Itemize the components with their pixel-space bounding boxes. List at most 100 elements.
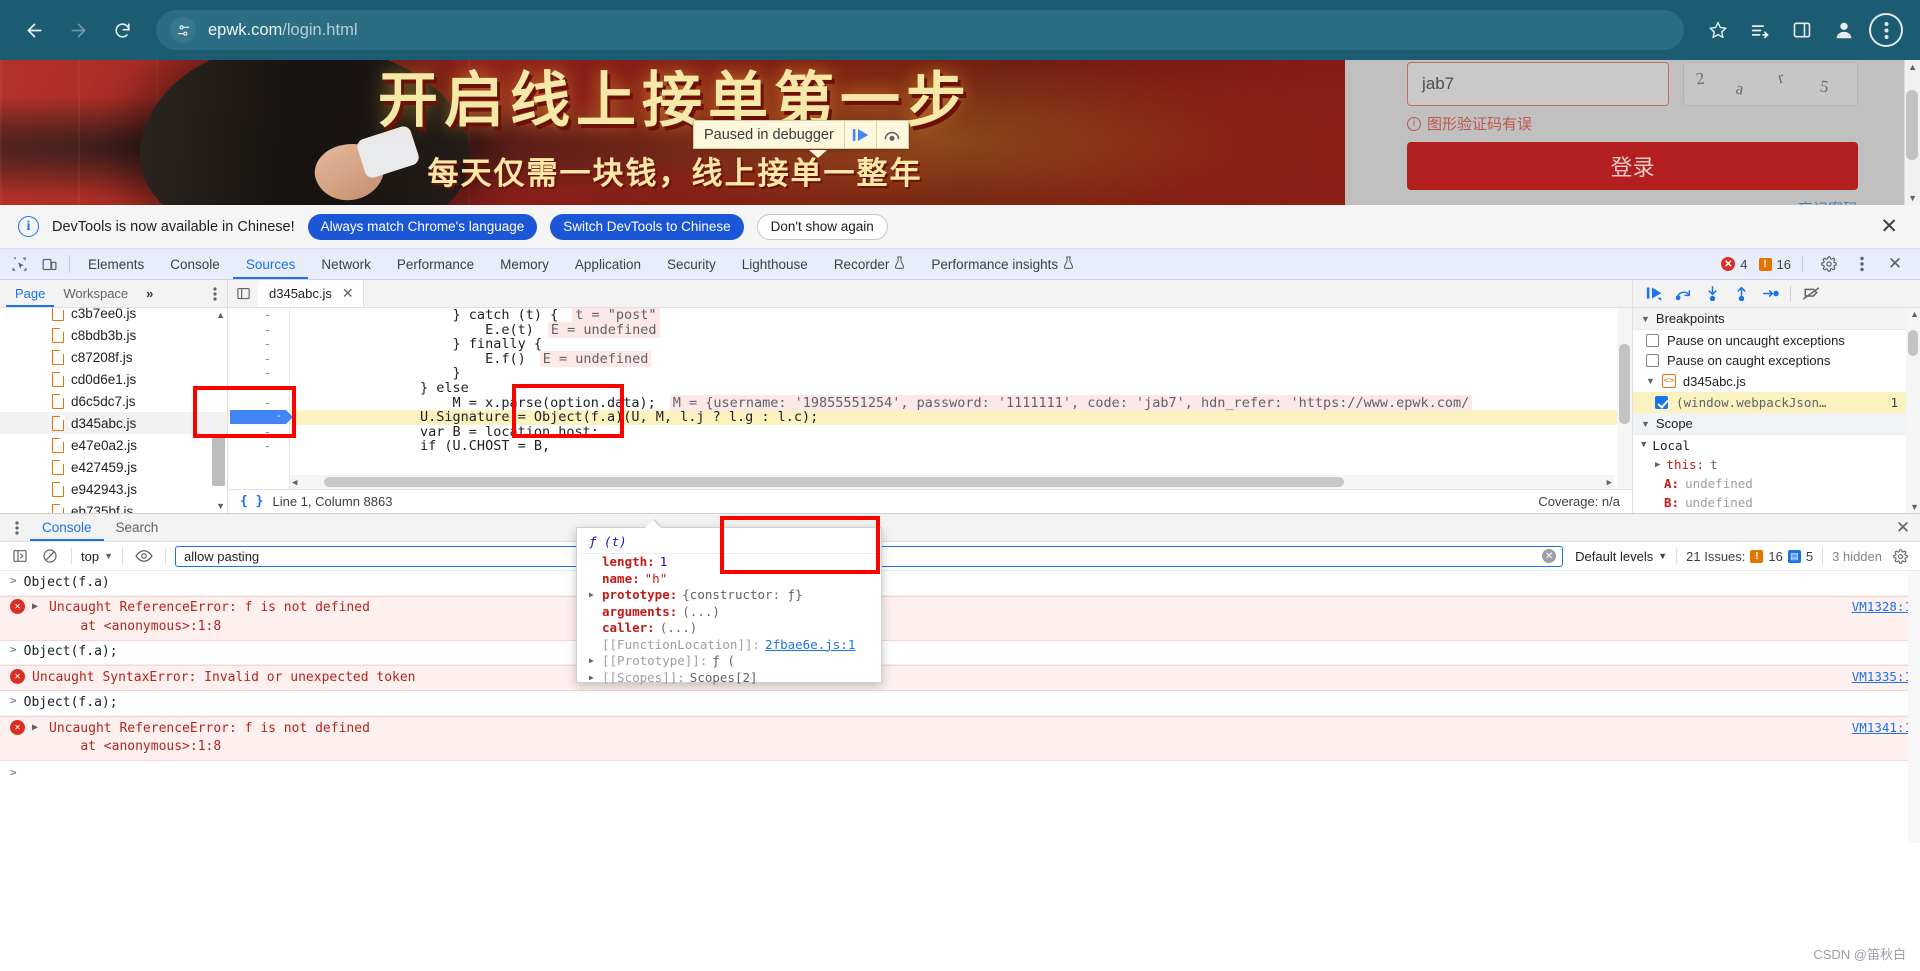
- devtools-tab-performance[interactable]: Performance: [384, 249, 487, 279]
- dbg-scroll-up[interactable]: ▲: [1910, 309, 1919, 319]
- code-line[interactable]: if (U.CHOST = B,: [290, 439, 1632, 454]
- gutter-line[interactable]: -: [228, 439, 289, 454]
- code-line[interactable]: var B = location.host;: [290, 425, 1632, 440]
- devtools-tab-performance-insights[interactable]: Performance insights: [918, 249, 1087, 279]
- drawer-menu-button[interactable]: [4, 514, 30, 541]
- object-inspector-popup[interactable]: ƒ (t) length:1name:"h"▶prototype:{constr…: [576, 527, 882, 683]
- nav-scroll-down[interactable]: ▼: [216, 501, 225, 511]
- expand-chevron-icon[interactable]: ▶: [32, 720, 42, 733]
- bookmark-button[interactable]: [1698, 10, 1738, 50]
- hscroll-left-arrow[interactable]: ◀: [292, 478, 297, 488]
- resume-button[interactable]: [1641, 282, 1668, 306]
- scroll-up-arrow[interactable]: ▲: [1908, 62, 1917, 72]
- console-error-message[interactable]: ✕Uncaught SyntaxError: Invalid or unexpe…: [0, 665, 1920, 691]
- checkbox[interactable]: [1646, 334, 1659, 347]
- step-over-button[interactable]: [1670, 282, 1697, 306]
- drawer-tab-search[interactable]: Search: [104, 514, 171, 541]
- file-item[interactable]: e427459.js: [0, 456, 227, 478]
- code-area[interactable]: ---------- } catch (t) {t = "post" E.e(t…: [228, 308, 1632, 489]
- scope-row-b[interactable]: B: undefined: [1633, 493, 1920, 512]
- drawer-close-button[interactable]: ✕: [1886, 514, 1920, 541]
- navigator-tab-page[interactable]: Page: [6, 280, 54, 307]
- file-item[interactable]: d6c5dc7.js: [0, 390, 227, 412]
- page-scroll-thumb[interactable]: [1906, 90, 1918, 160]
- forgot-password-link[interactable]: 忘记密码: [1407, 198, 1858, 205]
- code-line[interactable]: } else: [290, 381, 1632, 396]
- popup-property-row[interactable]: ▶prototype:{constructor: ƒ}: [577, 587, 881, 604]
- navigator-menu-button[interactable]: [203, 280, 227, 307]
- navigator-scrollbar[interactable]: ▲ ▼: [212, 310, 225, 511]
- scope-section-header[interactable]: ▼ Scope: [1633, 413, 1920, 435]
- badge-resume-button[interactable]: [844, 121, 876, 148]
- popup-property-row[interactable]: arguments:(...): [577, 604, 881, 621]
- gutter-line[interactable]: -: [228, 308, 289, 323]
- gutter-line[interactable]: -: [228, 396, 289, 411]
- hscroll-right-arrow[interactable]: ▶: [1607, 478, 1612, 488]
- console-messages[interactable]: >Object(f.a)✕▶Uncaught ReferenceError: f…: [0, 571, 1920, 843]
- console-error-message[interactable]: ✕▶Uncaught ReferenceError: f is not defi…: [0, 596, 1920, 641]
- devtools-tab-network[interactable]: Network: [308, 249, 384, 279]
- gutter-line[interactable]: -: [228, 381, 289, 396]
- devtools-tab-security[interactable]: Security: [654, 249, 729, 279]
- file-item[interactable]: cd0d6e1.js: [0, 368, 227, 390]
- file-item[interactable]: c87208f.js: [0, 346, 227, 368]
- error-count-badge[interactable]: ✕ 4: [1721, 257, 1747, 272]
- site-settings-button[interactable]: [170, 17, 196, 43]
- code-line[interactable]: } catch (t) {t = "post": [290, 308, 1632, 323]
- debugger-scrollbar[interactable]: ▲ ▼: [1906, 308, 1920, 513]
- devtools-more-button[interactable]: [1847, 256, 1877, 272]
- console-input-message[interactable]: >Object(f.a);: [0, 641, 1920, 666]
- code-line[interactable]: } finally {: [290, 337, 1632, 352]
- console-error-message[interactable]: ✕▶Uncaught ReferenceError: f is not defi…: [0, 716, 1920, 761]
- deactivate-breakpoints-button[interactable]: [1797, 282, 1824, 306]
- reload-button[interactable]: [102, 10, 142, 50]
- message-source-link[interactable]: VM1328:1: [1844, 599, 1912, 614]
- devtools-tab-sources[interactable]: Sources: [233, 249, 309, 279]
- device-toolbar-button[interactable]: [34, 249, 64, 279]
- breakpoint-file-row[interactable]: ▼ <> d345abc.js: [1633, 370, 1920, 392]
- popup-property-row[interactable]: length:1: [577, 554, 881, 571]
- inspect-element-button[interactable]: [4, 249, 34, 279]
- banner-close-button[interactable]: ✕: [1880, 214, 1902, 239]
- navigator-more-tabs[interactable]: »: [137, 280, 162, 307]
- breakpoints-section-header[interactable]: ▼ Breakpoints: [1633, 308, 1920, 330]
- side-panel-button[interactable]: [1782, 10, 1822, 50]
- nav-scroll-up[interactable]: ▲: [216, 310, 225, 320]
- badge-step-button[interactable]: [876, 121, 908, 148]
- format-braces-icon[interactable]: { }: [240, 494, 263, 509]
- file-item[interactable]: e942943.js: [0, 478, 227, 500]
- file-item[interactable]: eb735bf.js: [0, 500, 227, 513]
- code-line[interactable]: M = x.parse(option.data);M = {username: …: [290, 396, 1632, 411]
- gutter-line[interactable]: -: [228, 337, 289, 352]
- step-into-button[interactable]: [1699, 282, 1726, 306]
- live-expression-button[interactable]: [132, 545, 156, 567]
- debugger-scroll-thumb[interactable]: [1908, 330, 1918, 356]
- popup-property-row[interactable]: [[FunctionLocation]]:2fbae6e.js:1: [577, 637, 881, 654]
- forward-button[interactable]: [58, 10, 98, 50]
- code-line[interactable]: E.f()E = undefined: [290, 352, 1632, 367]
- scope-local-row[interactable]: ▼ Local: [1633, 435, 1920, 455]
- always-match-language-button[interactable]: Always match Chrome's language: [308, 214, 538, 240]
- editor-vertical-scrollbar[interactable]: [1617, 308, 1632, 489]
- console-context-selector[interactable]: top ▼: [81, 549, 113, 564]
- pause-uncaught-row[interactable]: Pause on uncaught exceptions: [1633, 330, 1920, 350]
- code-line[interactable]: U.Signature = Object(f.a)(U, M, l.j ? l.…: [290, 410, 1632, 425]
- code-content[interactable]: } catch (t) {t = "post" E.e(t)E = undefi…: [290, 308, 1632, 489]
- file-item[interactable]: e47e0a2.js: [0, 434, 227, 456]
- dont-show-again-button[interactable]: Don't show again: [757, 214, 888, 240]
- breakpoint-entry[interactable]: (window.webpackJson… 1: [1633, 392, 1920, 413]
- devtools-close-button[interactable]: ✕: [1880, 254, 1910, 274]
- editor-hscroll-thumb[interactable]: [324, 477, 1344, 487]
- devtools-tab-console[interactable]: Console: [157, 249, 233, 279]
- profile-button[interactable]: [1824, 10, 1864, 50]
- devtools-tab-application[interactable]: Application: [562, 249, 654, 279]
- message-source-link[interactable]: VM1341:1: [1844, 720, 1912, 735]
- warning-count-badge[interactable]: ! 16: [1759, 257, 1791, 272]
- gutter-line[interactable]: -: [228, 366, 289, 381]
- scope-row-this[interactable]: ▶ this: t: [1633, 455, 1920, 474]
- checkbox[interactable]: [1646, 354, 1659, 367]
- scroll-down-arrow[interactable]: ▼: [1908, 193, 1917, 203]
- expand-chevron-icon[interactable]: ▶: [32, 599, 42, 612]
- console-prompt[interactable]: >: [0, 761, 1920, 784]
- popup-property-row[interactable]: name:"h": [577, 571, 881, 588]
